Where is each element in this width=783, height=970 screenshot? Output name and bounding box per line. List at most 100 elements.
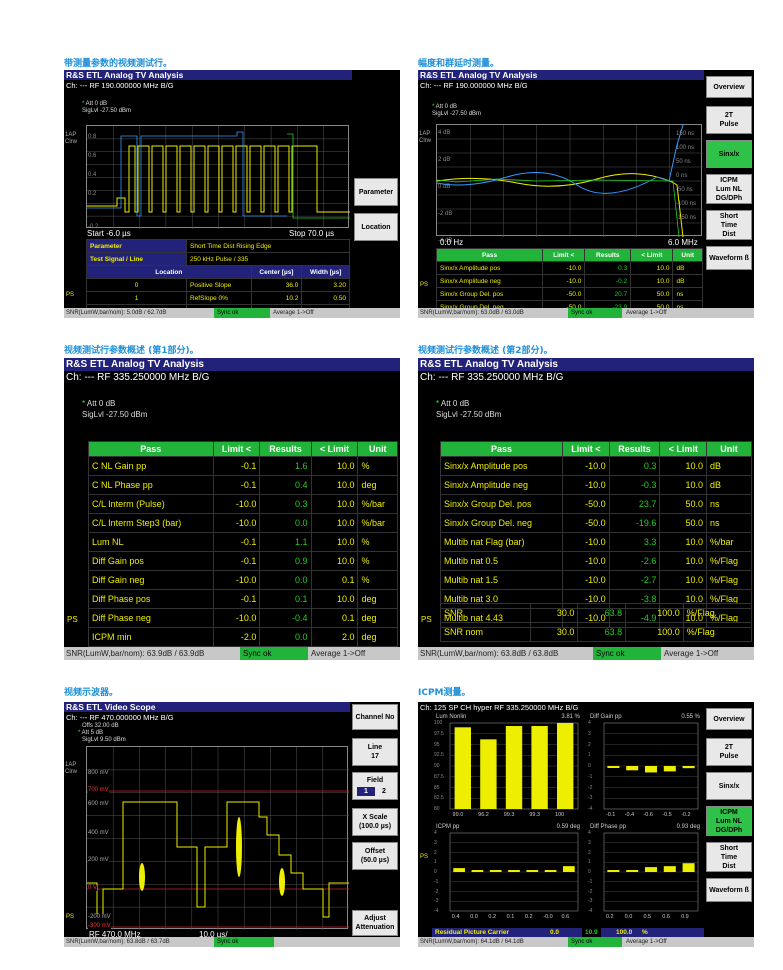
limit-low: -10.0 — [562, 570, 610, 590]
softkey-sinx-x[interactable]: Sinx/x — [706, 140, 752, 168]
location-button[interactable]: Location — [354, 213, 398, 241]
result: -2.6 — [608, 551, 661, 571]
x-scale-button[interactable]: X Scale (100.0 µs) — [352, 808, 398, 836]
table-row: SNR nom 30.0 63.8 100.0 %/Flag — [440, 622, 753, 642]
channel-info: Ch: --- RF 190.000000 MHz B/G — [420, 81, 528, 90]
bar-label: 0.1 — [506, 914, 515, 920]
color-burst — [279, 868, 285, 896]
limit-high: 10.0 — [310, 513, 359, 533]
column-header: Center [µs] — [250, 265, 303, 279]
table-row: Diff Gain pos -0.1 0.9 10.0% — [88, 551, 398, 571]
left-tick: 0 dB — [438, 184, 451, 190]
test-name: Multib nat 0.5 — [439, 551, 564, 571]
result: 0.3 — [259, 494, 312, 514]
softkey-waveform-[interactable]: Waveform ß — [706, 878, 752, 902]
x-start-label: 0.0 Hz — [440, 238, 464, 247]
tick-label: 3 — [588, 730, 591, 737]
softkey-waveform-[interactable]: Waveform ß — [706, 246, 752, 270]
limit-low: -10.0 — [542, 274, 586, 288]
limit-high: 10.0 — [310, 589, 359, 609]
limit-low: -0.1 — [212, 456, 261, 476]
bar-label: -0.2 — [681, 812, 691, 818]
bar — [607, 870, 620, 872]
panel-overview-2: R&S ETL Analog TV Analysis Ch: --- RF 33… — [418, 358, 754, 660]
column-header: Limit < — [212, 441, 261, 457]
softkey-sinx-x[interactable]: Sinx/x — [706, 772, 752, 800]
right-tick: -150 ns — [676, 215, 697, 221]
limit-low: -0.1 — [212, 475, 261, 495]
level-label: 700 mV — [88, 787, 109, 793]
color-burst — [236, 817, 242, 877]
trace-mode-label: 1AP Clrw — [419, 131, 431, 144]
softkey-icpm[interactable]: ICPM Lum NL DG/DPh — [706, 806, 752, 836]
limit-high: 0.1 — [310, 570, 359, 590]
row-index: 1 — [86, 291, 187, 305]
column-header: Unit — [705, 441, 753, 457]
bar-label: 96.2 — [478, 812, 489, 818]
channel-no-button[interactable]: Channel No — [352, 704, 398, 730]
unit: deg — [357, 475, 398, 495]
softkey-short[interactable]: Short Time Dist — [706, 842, 752, 872]
column-header: < Limit — [630, 248, 674, 262]
result: -2.7 — [608, 570, 661, 590]
chart-svg — [603, 832, 699, 912]
softkey-overview[interactable]: Overview — [706, 708, 752, 730]
icpm-subchart: ICPM pp 0.59 deg 4 3 2 1 0 -1 -2 -3 -4 0.4 0.0 0.2 0.1… — [432, 824, 582, 924]
location-name: RefSlope 0% — [186, 291, 252, 305]
chart-svg — [449, 722, 579, 810]
softkey-2t[interactable]: 2T Pulse — [706, 738, 752, 766]
tick-label: 87.5 — [434, 773, 444, 780]
softkey-panel: Parameter Location — [352, 70, 400, 308]
result: 0.1 — [259, 589, 312, 609]
bar-label: -0.0 — [543, 914, 553, 920]
status-bar: SNR(LumW,bar/nom): 63.9dB / 63.9dB Sync … — [64, 647, 400, 660]
test-name: C/L Interm (Pulse) — [88, 494, 214, 514]
offset-button[interactable]: Offset (50.0 µs) — [352, 842, 398, 870]
table-row: Sinx/x Amplitude neg -10.0 -0.3 10.0 dB — [439, 475, 753, 495]
test-name: Diff Gain pos — [88, 551, 214, 571]
channel-info: Ch: --- RF 335.250000 MHz B/G — [66, 372, 210, 383]
panel-sinx: R&S ETL Analog TV Analysis Ch: --- RF 19… — [418, 70, 754, 318]
result: -0.4 — [259, 608, 312, 628]
table-row: Sinx/x Amplitude pos -10.0 0.3 10.0 dB — [435, 261, 703, 275]
caption-video-scope: 视频示波器。 — [64, 688, 119, 698]
snr-status: SNR(LumW,bar/nom): 63.9dB / 63.9dB — [66, 649, 205, 658]
tick-label: 4 — [434, 830, 437, 836]
column-header: < Limit — [310, 441, 359, 457]
yellow-trace — [87, 145, 350, 213]
trace-mode-label: 1AP Clrw — [65, 762, 77, 775]
table-row: Diff Phase pos -0.1 0.1 10.0 deg — [88, 589, 398, 609]
softkey-icpm[interactable]: ICPM Lum NL DG/DPh — [706, 174, 752, 204]
row-index: 0 — [86, 278, 187, 292]
icpm-subchart: Lum Nonlin 3.81 % 100 97.5 95 92.5 90 87.5 85 82.… — [432, 714, 582, 822]
tick-label: 80 — [434, 806, 440, 812]
limit-low: -50.0 — [562, 494, 610, 514]
softkey-overview[interactable]: Overview — [706, 76, 752, 98]
right-tick: 150 ns — [676, 131, 695, 137]
table-row: C/L Interm Step3 (bar) -10.0 0.0 10.0 %/bar — [88, 513, 398, 533]
unit: %/Flag — [682, 603, 753, 623]
line-button[interactable]: Line 17 — [352, 738, 398, 766]
softkey-short[interactable]: Short Time Dist — [706, 210, 752, 240]
result: 63.8 — [577, 622, 627, 642]
softkey-2t[interactable]: 2T Pulse — [706, 106, 752, 134]
caption-overview-part1: 视频测试行参数概述 (第1部分)。 — [64, 346, 199, 356]
unit: deg — [357, 608, 398, 628]
field-option-1[interactable]: 1 — [357, 787, 375, 796]
column-header: Limit < — [542, 248, 586, 262]
tick-label: -1 — [434, 878, 439, 885]
tick-label: -3 — [588, 795, 593, 802]
field-option-2[interactable]: 2 — [375, 787, 393, 796]
bar-label: 0.0 — [624, 914, 633, 920]
test-name: Multib nat 1.5 — [439, 570, 564, 590]
residual-result: 10.9 — [582, 928, 601, 937]
app-title: R&S ETL Analog TV Analysis — [64, 358, 400, 371]
limit-low: -0.1 — [212, 589, 261, 609]
result: 0.4 — [259, 475, 312, 495]
siglvl-info: SigLvl 9.50 dBm — [82, 737, 126, 743]
unit: % — [357, 532, 398, 552]
parameter-button[interactable]: Parameter — [354, 178, 398, 206]
test-name: Sinx/x Group Del. neg — [439, 513, 564, 533]
field-button[interactable]: Field 12 — [352, 772, 398, 800]
adjust-attenuation-button[interactable]: Adjust Attenuation — [352, 910, 398, 936]
